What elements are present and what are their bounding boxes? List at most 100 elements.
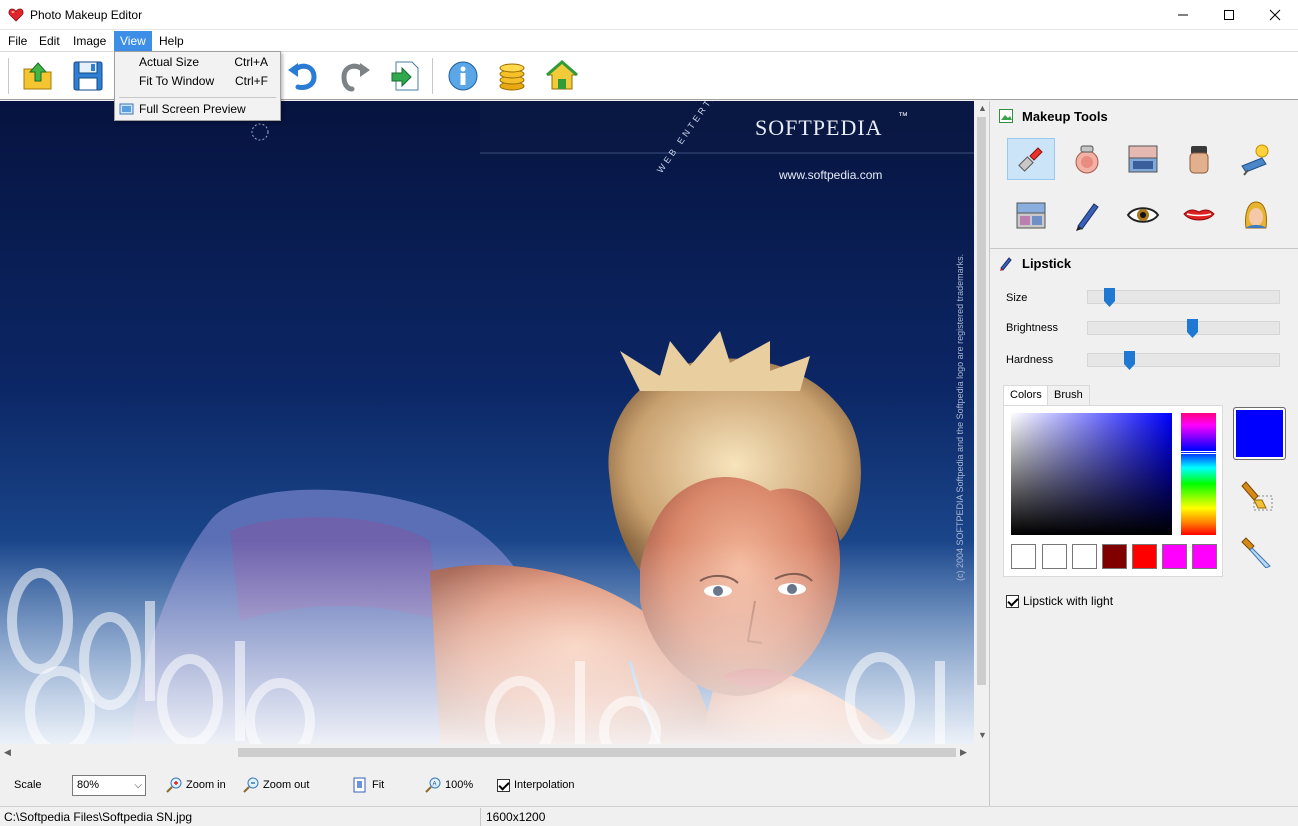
brush-icon[interactable] bbox=[1240, 478, 1276, 514]
tab-colors[interactable]: Colors bbox=[1003, 385, 1049, 407]
zoom-in-button[interactable]: Zoom in bbox=[166, 776, 226, 794]
scroll-right-icon[interactable]: ▶ bbox=[960, 747, 967, 758]
lipstick-pencil-icon bbox=[1000, 257, 1012, 271]
color-swatch[interactable] bbox=[1162, 544, 1187, 569]
menu-help[interactable]: Help bbox=[153, 31, 190, 51]
slider-thumb-icon[interactable] bbox=[1104, 288, 1115, 307]
open-button[interactable] bbox=[19, 57, 57, 95]
watermark-side: (c) 2004 SOFTPEDIA Softpedia and the Sof… bbox=[955, 253, 965, 581]
horizontal-scroll-thumb[interactable] bbox=[238, 748, 956, 757]
tool-palette[interactable] bbox=[1007, 194, 1055, 236]
lips-icon bbox=[1183, 209, 1215, 221]
close-button[interactable] bbox=[1252, 0, 1298, 30]
lipstick-with-light-check-icon[interactable] bbox=[1006, 594, 1019, 608]
fit-button[interactable]: Fit bbox=[352, 776, 384, 794]
coins-button[interactable] bbox=[493, 57, 531, 95]
fit-icon bbox=[353, 777, 366, 793]
menu-actual-size[interactable]: Actual Size Ctrl+A bbox=[115, 53, 280, 72]
minimize-button[interactable] bbox=[1160, 0, 1206, 30]
foundation-icon bbox=[1189, 146, 1209, 174]
color-swatch[interactable] bbox=[1042, 544, 1067, 569]
hardness-label: Hardness bbox=[1006, 354, 1054, 366]
export-icon bbox=[391, 61, 419, 91]
actual-size-button[interactable]: A 100% bbox=[425, 776, 473, 794]
slider-thumb-icon[interactable] bbox=[1187, 319, 1198, 338]
scroll-up-icon[interactable]: ▲ bbox=[978, 103, 987, 113]
menu-view[interactable]: View bbox=[114, 31, 152, 51]
tool-blush[interactable] bbox=[1063, 138, 1111, 180]
menu-image[interactable]: Image bbox=[67, 31, 112, 51]
redo-button[interactable] bbox=[336, 57, 374, 95]
tool-lipstick[interactable] bbox=[1007, 138, 1055, 180]
menu-bar: File Edit Image View Help bbox=[0, 30, 1298, 51]
status-dimensions: 1600x1200 bbox=[486, 810, 546, 824]
makeup-panel: Makeup Tools Lipstick Size Brightness Ha… bbox=[989, 101, 1298, 806]
eyedropper-icon[interactable] bbox=[1240, 532, 1276, 568]
menu-actual-size-label: Actual Size bbox=[139, 55, 200, 69]
hue-slider[interactable] bbox=[1181, 413, 1216, 535]
vertical-scrollbar[interactable]: ▲ ▼ bbox=[974, 101, 989, 744]
save-button[interactable] bbox=[69, 57, 107, 95]
color-swatch[interactable] bbox=[1102, 544, 1127, 569]
menu-fit-to-window[interactable]: Fit To Window Ctrl+F bbox=[115, 72, 280, 91]
slider-thumb-icon[interactable] bbox=[1124, 351, 1135, 370]
lipstick-icon bbox=[1018, 147, 1043, 172]
scale-value: 80% bbox=[77, 779, 100, 791]
tool-foundation[interactable] bbox=[1175, 138, 1223, 180]
zoom-bar: Scale 80% ⌵ Zoom in Zoom out Fit A 100% … bbox=[0, 760, 989, 806]
redo-icon bbox=[341, 63, 370, 92]
tool-eyeshadow-compact[interactable] bbox=[1119, 138, 1167, 180]
undo-button[interactable] bbox=[284, 57, 322, 95]
export-button[interactable] bbox=[386, 57, 424, 95]
scroll-left-icon[interactable]: ◀ bbox=[4, 747, 11, 758]
image-canvas[interactable]: SOFTPEDIA ™ www.softpedia.com WEB ENTERT… bbox=[0, 101, 974, 744]
size-slider[interactable] bbox=[1087, 288, 1280, 307]
tool-eye[interactable] bbox=[1119, 194, 1167, 236]
menu-full-screen-preview[interactable]: Full Screen Preview bbox=[115, 100, 280, 119]
zoom-out-button[interactable]: Zoom out bbox=[243, 776, 309, 794]
scale-select[interactable]: 80% ⌵ bbox=[72, 775, 146, 796]
color-swatch[interactable] bbox=[1132, 544, 1157, 569]
chevron-down-icon: ⌵ bbox=[134, 780, 142, 791]
lipstick-with-light-checkbox[interactable]: Lipstick with light bbox=[1006, 594, 1113, 608]
tool-hair-color[interactable] bbox=[1231, 194, 1279, 236]
watermark-brand: SOFTPEDIA bbox=[755, 115, 883, 140]
watermark-url: www.softpedia.com bbox=[779, 168, 883, 182]
horizontal-scrollbar[interactable]: ◀ ▶ bbox=[0, 744, 974, 760]
vertical-scroll-thumb[interactable] bbox=[977, 117, 986, 685]
hue-marker[interactable] bbox=[1179, 451, 1218, 454]
tool-pencil[interactable] bbox=[1063, 194, 1111, 236]
lipstick-with-light-label: Lipstick with light bbox=[1023, 594, 1114, 608]
hardness-slider[interactable] bbox=[1087, 351, 1280, 370]
brightness-slider[interactable] bbox=[1087, 319, 1280, 338]
picture-icon bbox=[999, 109, 1013, 123]
menu-fit-to-window-label: Fit To Window bbox=[139, 74, 215, 88]
menu-file[interactable]: File bbox=[2, 31, 33, 51]
tool-lips[interactable] bbox=[1175, 194, 1223, 236]
tab-brush[interactable]: Brush bbox=[1047, 385, 1090, 406]
scroll-down-icon[interactable]: ▼ bbox=[978, 730, 987, 740]
info-button[interactable] bbox=[444, 57, 482, 95]
full-screen-icon bbox=[119, 103, 134, 115]
svg-text:A: A bbox=[433, 782, 437, 788]
view-menu-dropdown: Actual Size Ctrl+A Fit To Window Ctrl+F … bbox=[114, 51, 281, 121]
coins-icon bbox=[499, 63, 525, 91]
maximize-button[interactable] bbox=[1206, 0, 1252, 30]
hair-color-icon bbox=[1245, 201, 1267, 229]
color-swatch[interactable] bbox=[1011, 544, 1036, 569]
menu-edit[interactable]: Edit bbox=[33, 31, 66, 51]
interpolation-check-icon[interactable] bbox=[497, 778, 510, 792]
interpolation-checkbox[interactable]: Interpolation bbox=[497, 776, 575, 794]
color-swatch[interactable] bbox=[1072, 544, 1097, 569]
actual-size-icon: A bbox=[425, 777, 441, 793]
saturation-value-picker[interactable] bbox=[1011, 413, 1172, 535]
window-title: Photo Makeup Editor bbox=[30, 8, 143, 22]
tool-tanning[interactable] bbox=[1231, 138, 1279, 180]
photo-preview bbox=[0, 101, 974, 744]
home-button[interactable] bbox=[543, 57, 581, 95]
current-color-swatch[interactable] bbox=[1233, 407, 1286, 460]
brightness-label: Brightness bbox=[1006, 322, 1058, 334]
menu-full-screen-preview-label: Full Screen Preview bbox=[139, 102, 246, 116]
interpolation-label: Interpolation bbox=[514, 779, 575, 791]
color-swatch[interactable] bbox=[1192, 544, 1217, 569]
